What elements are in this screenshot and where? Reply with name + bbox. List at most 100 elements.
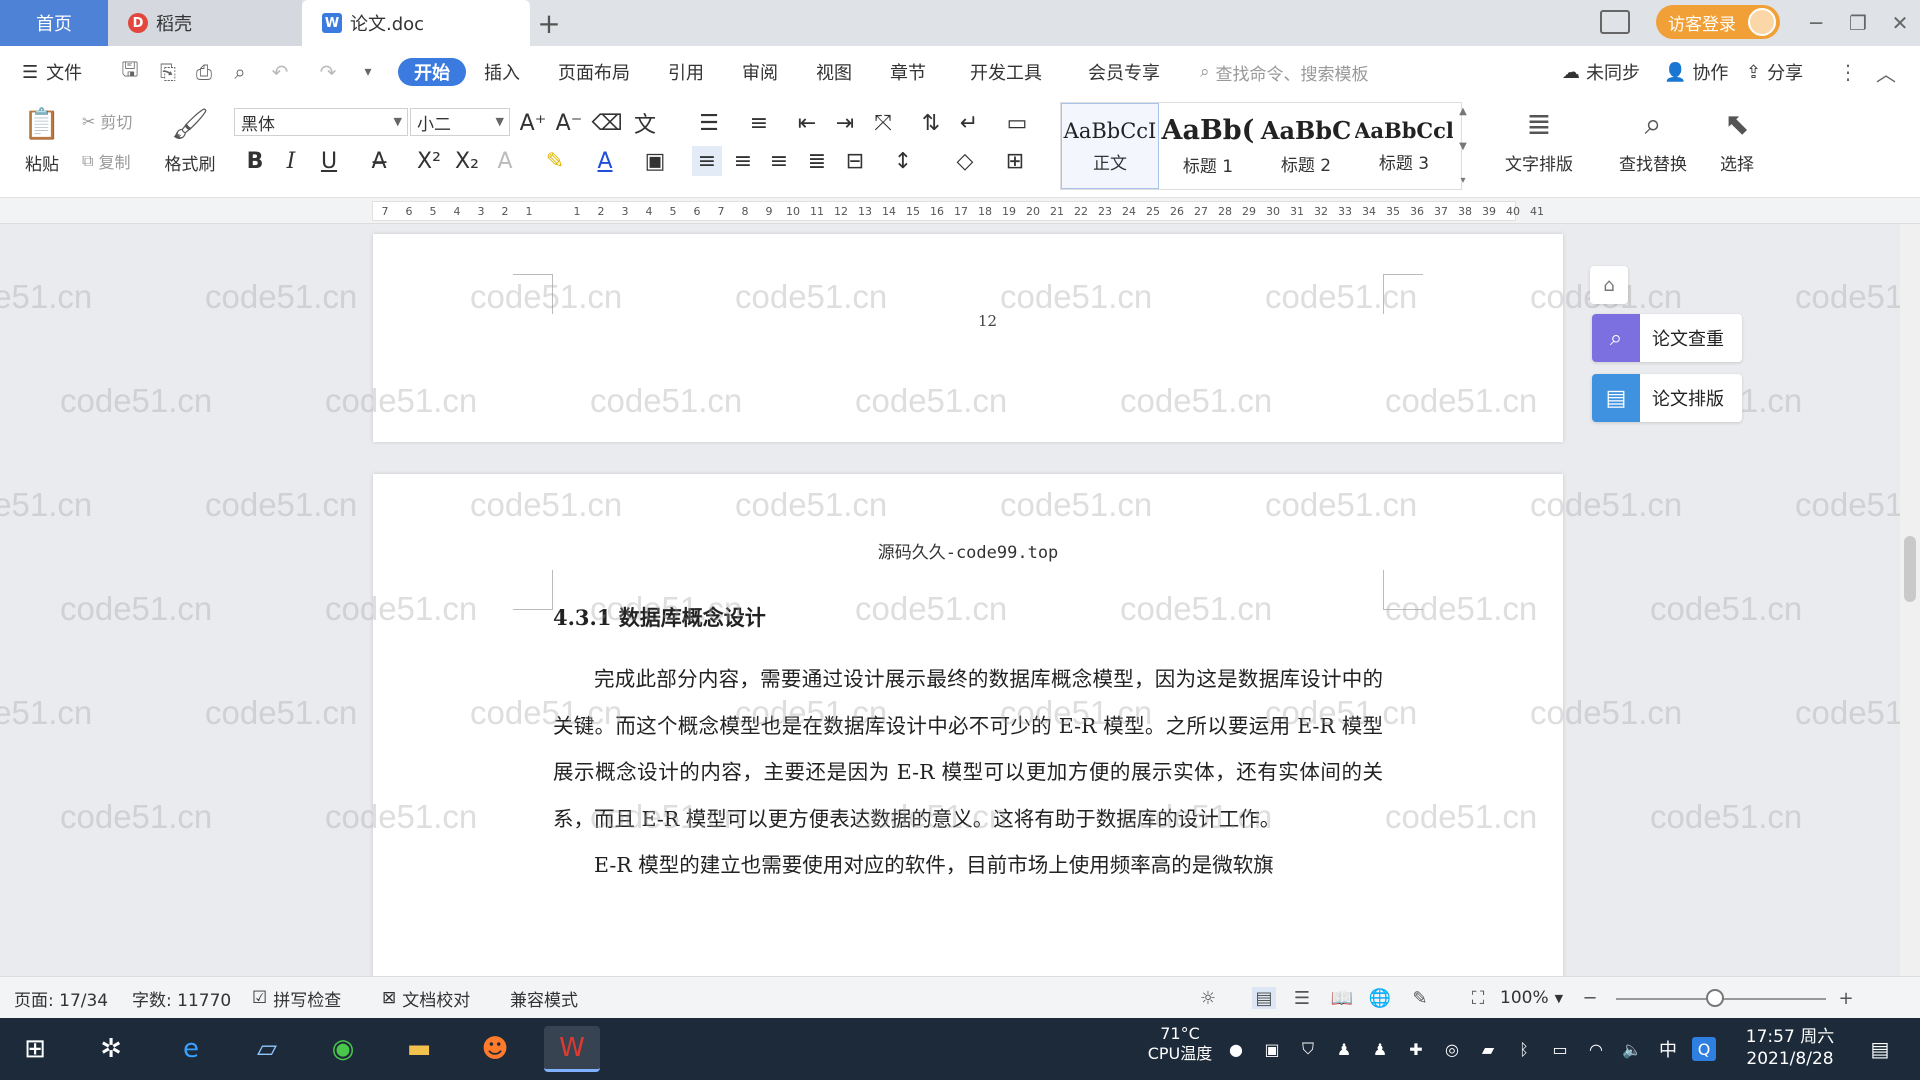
format-painter-button[interactable]: 🖌 格式刷 [154, 104, 226, 192]
menu-developer[interactable]: 开发工具 [970, 58, 1042, 86]
page-current[interactable]: 源码久久-code99.top 4.3.1 数据库概念设计 完成此部分内容，需要… [373, 474, 1563, 976]
font-name-select[interactable]: 黑体 ▼ [234, 108, 408, 136]
spell-check-button[interactable]: ☑ 拼写检查 [252, 986, 341, 1011]
pen-icon[interactable]: ✎ [1408, 987, 1432, 1009]
style-normal[interactable]: AaBbCcI 正文 [1061, 103, 1159, 189]
menu-review[interactable]: 审阅 [742, 58, 778, 86]
new-tab-button[interactable]: + [534, 6, 564, 40]
numbered-list-icon[interactable]: ≡ [744, 108, 774, 138]
menu-page-layout[interactable]: 页面布局 [558, 58, 630, 86]
select-button[interactable]: ⬉ 选择 [1704, 104, 1770, 192]
fit-page-icon[interactable]: ⛶ [1466, 987, 1490, 1009]
paste-button[interactable]: 📋 粘贴 [6, 104, 78, 192]
web-view-icon[interactable]: 🌐 [1368, 987, 1392, 1009]
browser-green-icon[interactable]: ◉ [320, 1026, 366, 1072]
quick-access-dropdown-icon[interactable]: ▾ [356, 60, 380, 84]
notification-icon[interactable]: ▤ [1868, 1037, 1892, 1061]
bold-icon[interactable]: B [240, 146, 270, 176]
ruler-toggle-icon[interactable]: ▭ [1002, 108, 1032, 138]
nvidia-icon[interactable]: ▰ [1476, 1037, 1500, 1061]
line-spacing-icon[interactable]: ↕ [888, 146, 918, 176]
shading-icon[interactable]: ◇ [950, 146, 980, 176]
copy-button[interactable]: ⧉ 复制 [82, 148, 130, 174]
pinwheel-app-icon[interactable]: ✲ [88, 1026, 134, 1072]
redo-icon[interactable]: ↷ [316, 60, 340, 84]
windows-start-icon[interactable]: ⊞ [12, 1026, 58, 1072]
strikethrough-icon[interactable]: A̶ [364, 146, 394, 176]
qq-icon[interactable]: ♟ [1332, 1037, 1356, 1061]
close-icon[interactable]: ✕ [1882, 6, 1918, 40]
styles-scroll[interactable]: ▲ ▼ ▾ [1456, 106, 1470, 186]
style-heading-3[interactable]: AaBbCcl 标题 3 [1355, 103, 1453, 189]
print-icon[interactable]: ⎙ [192, 60, 216, 84]
tab-home[interactable]: 首页 [0, 0, 108, 46]
text-layout-button[interactable]: ≣ 文字排版 [1494, 104, 1584, 192]
char-border-icon[interactable]: ▣ [640, 146, 670, 176]
align-center-icon[interactable]: ≡ [728, 146, 758, 176]
window-layout-icon[interactable] [1600, 10, 1630, 34]
shrink-font-icon[interactable]: A⁻ [554, 108, 584, 138]
command-search[interactable]: ⌕ 查找命令、搜索模板 [1200, 58, 1369, 86]
qq-icon[interactable]: ♟ [1368, 1037, 1392, 1061]
read-view-icon[interactable]: 📖 [1330, 987, 1354, 1009]
distribute-icon[interactable]: ⊟ [840, 146, 870, 176]
ie-browser-icon[interactable]: e [168, 1026, 214, 1072]
export-icon[interactable]: ⎘ [156, 60, 180, 84]
visitor-login-button[interactable]: 访客登录 [1656, 5, 1780, 39]
save-icon[interactable]: 🖫 [118, 57, 142, 84]
ime-indicator[interactable]: 中 [1656, 1037, 1680, 1061]
text-effect-icon[interactable]: A [490, 146, 520, 176]
volume-icon[interactable]: 🔈 [1620, 1037, 1644, 1061]
file-explorer-icon[interactable]: ▬ [396, 1026, 442, 1072]
page-view-icon[interactable]: ▤ [1252, 987, 1276, 1009]
file-menu[interactable]: ☰ 文件 [22, 58, 82, 86]
subscript-icon[interactable]: X₂ [452, 146, 482, 176]
share-button[interactable]: ⇪ 分享 [1746, 58, 1803, 86]
pinyin-icon[interactable]: 文 [630, 108, 660, 138]
clear-format-icon[interactable]: ⌫ [591, 108, 622, 138]
eye-protect-icon[interactable]: ☼ [1196, 987, 1220, 1009]
tray-app-icon[interactable]: ◎ [1440, 1037, 1464, 1061]
collab-button[interactable]: 👤 协作 [1664, 58, 1728, 86]
ruler-scale[interactable]: 7 6 5 4 3 2 1 1 2 3 4 5 6 7 8 9 10 11 12 13 14 15 16 17 18 19 20 21… [372, 201, 1544, 221]
style-heading-2[interactable]: AaBbC 标题 2 [1257, 103, 1355, 189]
decrease-indent-icon[interactable]: ⇤ [792, 108, 822, 138]
grow-font-icon[interactable]: A⁺ [518, 108, 548, 138]
undo-icon[interactable]: ↶ [268, 60, 292, 84]
page-previous[interactable]: 12 [373, 234, 1563, 442]
font-size-select[interactable]: 小二 ▼ [410, 108, 510, 136]
text-direction-icon[interactable]: ⤧ [868, 108, 898, 138]
line-break-icon[interactable]: ↵ [954, 108, 984, 138]
tray-app-icon[interactable]: ✚ [1404, 1037, 1428, 1061]
paper-layout-button[interactable]: ▤ 论文排版 [1592, 374, 1742, 422]
italic-icon[interactable]: I [276, 146, 306, 176]
borders-icon[interactable]: ⊞ [1000, 146, 1030, 176]
superscript-icon[interactable]: X² [414, 146, 444, 176]
battery-icon[interactable]: ▭ [1548, 1037, 1572, 1061]
more-icon[interactable]: ⋮ [1836, 60, 1860, 84]
menu-view[interactable]: 视图 [816, 58, 852, 86]
sync-status[interactable]: ☁ 未同步 [1562, 58, 1640, 86]
menu-chapter[interactable]: 章节 [890, 58, 926, 86]
font-color-icon[interactable]: A [590, 146, 620, 176]
zoom-out-icon[interactable]: ─ [1578, 987, 1602, 1009]
word-count[interactable]: 字数: 11770 [132, 986, 231, 1011]
tray-app-icon[interactable]: ▣ [1260, 1037, 1284, 1061]
tab-daoke[interactable]: D 稻壳 [108, 0, 302, 46]
bluetooth-icon[interactable]: ᛒ [1512, 1037, 1536, 1061]
notebook-app-icon[interactable]: ▱ [244, 1026, 290, 1072]
highlight-icon[interactable]: ✎ [540, 146, 570, 176]
zoom-slider-handle[interactable] [1706, 989, 1724, 1007]
wps-writer-icon[interactable]: W [544, 1026, 600, 1072]
sort-icon[interactable]: ⇅ [916, 108, 946, 138]
align-right-icon[interactable]: ≡ [764, 146, 794, 176]
tab-document[interactable]: W 论文.doc [302, 0, 530, 46]
collapse-ribbon-icon[interactable]: ︿ [1874, 60, 1898, 86]
system-clock[interactable]: 17:57 周六 2021/8/28 [1730, 1026, 1850, 1070]
scrollbar-thumb[interactable] [1904, 536, 1916, 602]
zoom-in-icon[interactable]: + [1834, 987, 1858, 1009]
menu-member[interactable]: 会员专享 [1088, 58, 1160, 86]
cut-button[interactable]: ✂ 剪切 [82, 108, 132, 134]
menu-home[interactable]: 开始 [398, 58, 466, 86]
increase-indent-icon[interactable]: ⇥ [830, 108, 860, 138]
